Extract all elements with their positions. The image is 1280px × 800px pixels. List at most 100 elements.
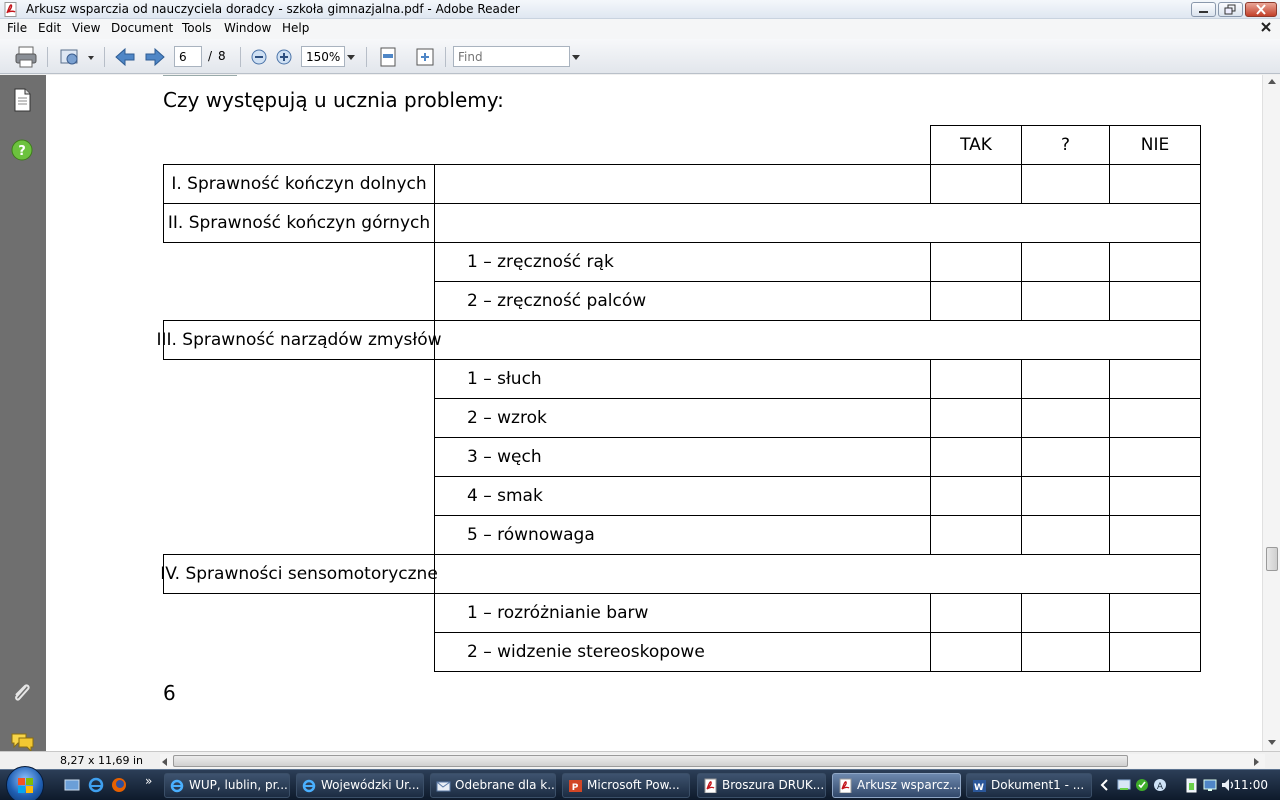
comments-icon[interactable] (10, 731, 36, 753)
attachments-icon[interactable] (10, 681, 34, 705)
section-label-3: III. Sprawność narządów zmysłów (156, 320, 442, 360)
section-desc-cell (434, 164, 931, 204)
system-tray: A 11:00 (1098, 770, 1280, 800)
document-heading: Czy występują u ucznia problemy: (163, 88, 504, 112)
toolbar-separator (240, 47, 241, 67)
item-label: 1 – słuch (434, 359, 931, 399)
answer-cell-unsure (1021, 281, 1110, 321)
menu-edit[interactable]: Edit (38, 21, 61, 35)
scroll-right-icon[interactable] (1253, 757, 1261, 767)
display-tray-icon[interactable] (1202, 777, 1218, 793)
svg-text:P: P (572, 783, 579, 793)
taskbar-item-label: Arkusz wsparcz... (857, 778, 961, 792)
taskbar-item-odebrane[interactable]: Odebrane dla k... (430, 773, 556, 798)
horizontal-scroll-thumb[interactable] (173, 755, 1128, 767)
answer-cell-nie (1109, 632, 1201, 672)
find-input[interactable] (453, 46, 570, 67)
answer-cell-unsure (1021, 593, 1110, 633)
answer-cell-nie (1109, 359, 1201, 399)
full-screen-icon[interactable] (414, 46, 436, 68)
answer-cell-unsure (1021, 476, 1110, 516)
zoom-dropdown-icon[interactable] (346, 54, 356, 62)
zoom-level-input[interactable] (301, 46, 345, 67)
security-tray-icon[interactable] (1134, 777, 1150, 793)
zoom-out-icon[interactable] (250, 48, 268, 66)
menu-help[interactable]: Help (282, 21, 309, 35)
menu-tools[interactable]: Tools (182, 21, 212, 35)
ie-quicklaunch-icon[interactable] (88, 777, 104, 793)
document-view[interactable]: Czy występują u ucznia problemy: TAK ? N… (46, 75, 1262, 751)
tray-expand-icon[interactable] (1100, 779, 1110, 791)
start-button[interactable] (6, 766, 44, 800)
toolbar-separator (47, 47, 48, 67)
taskbar-item-broszura[interactable]: Broszura DRUK.... (697, 773, 826, 798)
taskbar-item-label: Broszura DRUK.... (722, 778, 826, 792)
item-label: 3 – węch (434, 437, 931, 477)
quicklaunch-overflow-icon[interactable]: » (145, 774, 152, 788)
svg-text:?: ? (18, 144, 26, 159)
pages-panel-icon[interactable] (10, 87, 34, 113)
current-page-input[interactable] (174, 46, 202, 67)
answer-cell-unsure (1021, 398, 1110, 438)
item-label: 2 – zręczność palców (434, 281, 931, 321)
toolbar-separator (445, 47, 446, 67)
taskbar-item-arkusz[interactable]: Arkusz wsparcz... (832, 773, 961, 798)
previous-page-icon[interactable] (114, 47, 136, 67)
answer-cell-tak (930, 281, 1022, 321)
section-label-2: II. Sprawność kończyn górnych (163, 203, 435, 243)
close-window-button[interactable] (1245, 2, 1277, 17)
network-tray-icon[interactable] (1116, 777, 1132, 793)
section-span-cell (434, 554, 1201, 594)
answer-cell-nie (1109, 437, 1201, 477)
find-dropdown-icon[interactable] (571, 54, 581, 62)
windows-logo-icon (18, 778, 33, 793)
menu-view[interactable]: View (72, 21, 100, 35)
item-label: 4 – smak (434, 476, 931, 516)
svg-text:A: A (1157, 782, 1164, 792)
answer-cell-unsure (1021, 164, 1110, 204)
restore-button[interactable] (1218, 2, 1243, 17)
taskbar-item-dokument[interactable]: W Dokument1 - ... (966, 773, 1092, 798)
scroll-up-icon[interactable] (1267, 78, 1277, 86)
scroll-down-icon[interactable] (1267, 739, 1277, 747)
page-size-label: 8,27 x 11,69 in (60, 754, 144, 767)
scroll-left-icon[interactable] (161, 757, 169, 767)
fit-page-icon[interactable] (378, 46, 398, 68)
taskbar-item-wojewodzki[interactable]: Wojewódzki Ur... (296, 773, 424, 798)
item-label: 1 – zręczność rąk (434, 242, 931, 282)
show-desktop-icon[interactable] (64, 777, 80, 793)
toolbar-separator (366, 47, 367, 67)
minimize-button[interactable] (1191, 2, 1216, 17)
review-comment-icon[interactable] (58, 46, 96, 68)
print-icon[interactable] (14, 46, 38, 68)
battery-tray-icon[interactable] (1184, 777, 1200, 793)
zoom-in-icon[interactable] (275, 48, 293, 66)
horizontal-scrollbar[interactable] (160, 754, 1265, 768)
answer-cell-unsure (1021, 437, 1110, 477)
ie-icon (170, 779, 184, 793)
vertical-scroll-thumb[interactable] (1266, 547, 1278, 571)
taskbar-item-label: WUP, lublin, pr... (189, 778, 288, 792)
close-document-icon[interactable] (1260, 21, 1272, 33)
taskbar-item-powerpoint[interactable]: P Microsoft Pow... (562, 773, 690, 798)
vertical-scrollbar[interactable] (1262, 75, 1280, 751)
next-page-icon[interactable] (144, 47, 166, 67)
answer-cell-tak (930, 359, 1022, 399)
section-span-cell (434, 203, 1201, 243)
answer-cell-unsure (1021, 242, 1110, 282)
mail-icon (436, 781, 451, 792)
antivirus-tray-icon[interactable]: A (1152, 777, 1168, 793)
item-label: 5 – równowaga (434, 515, 931, 555)
answer-cell-tak (930, 632, 1022, 672)
menu-window[interactable]: Window (224, 21, 271, 35)
menu-file[interactable]: File (7, 21, 27, 35)
section-label-4: IV. Sprawności sensomotoryczne (160, 554, 438, 594)
answer-cell-nie (1109, 515, 1201, 555)
answer-cell-nie (1109, 593, 1201, 633)
menu-document[interactable]: Document (111, 21, 173, 35)
taskbar-item-wup[interactable]: WUP, lublin, pr... (164, 773, 290, 798)
restore-icon (1224, 4, 1236, 15)
firefox-icon[interactable] (111, 777, 127, 793)
powerpoint-icon: P (569, 780, 582, 793)
help-icon[interactable]: ? (10, 138, 34, 162)
